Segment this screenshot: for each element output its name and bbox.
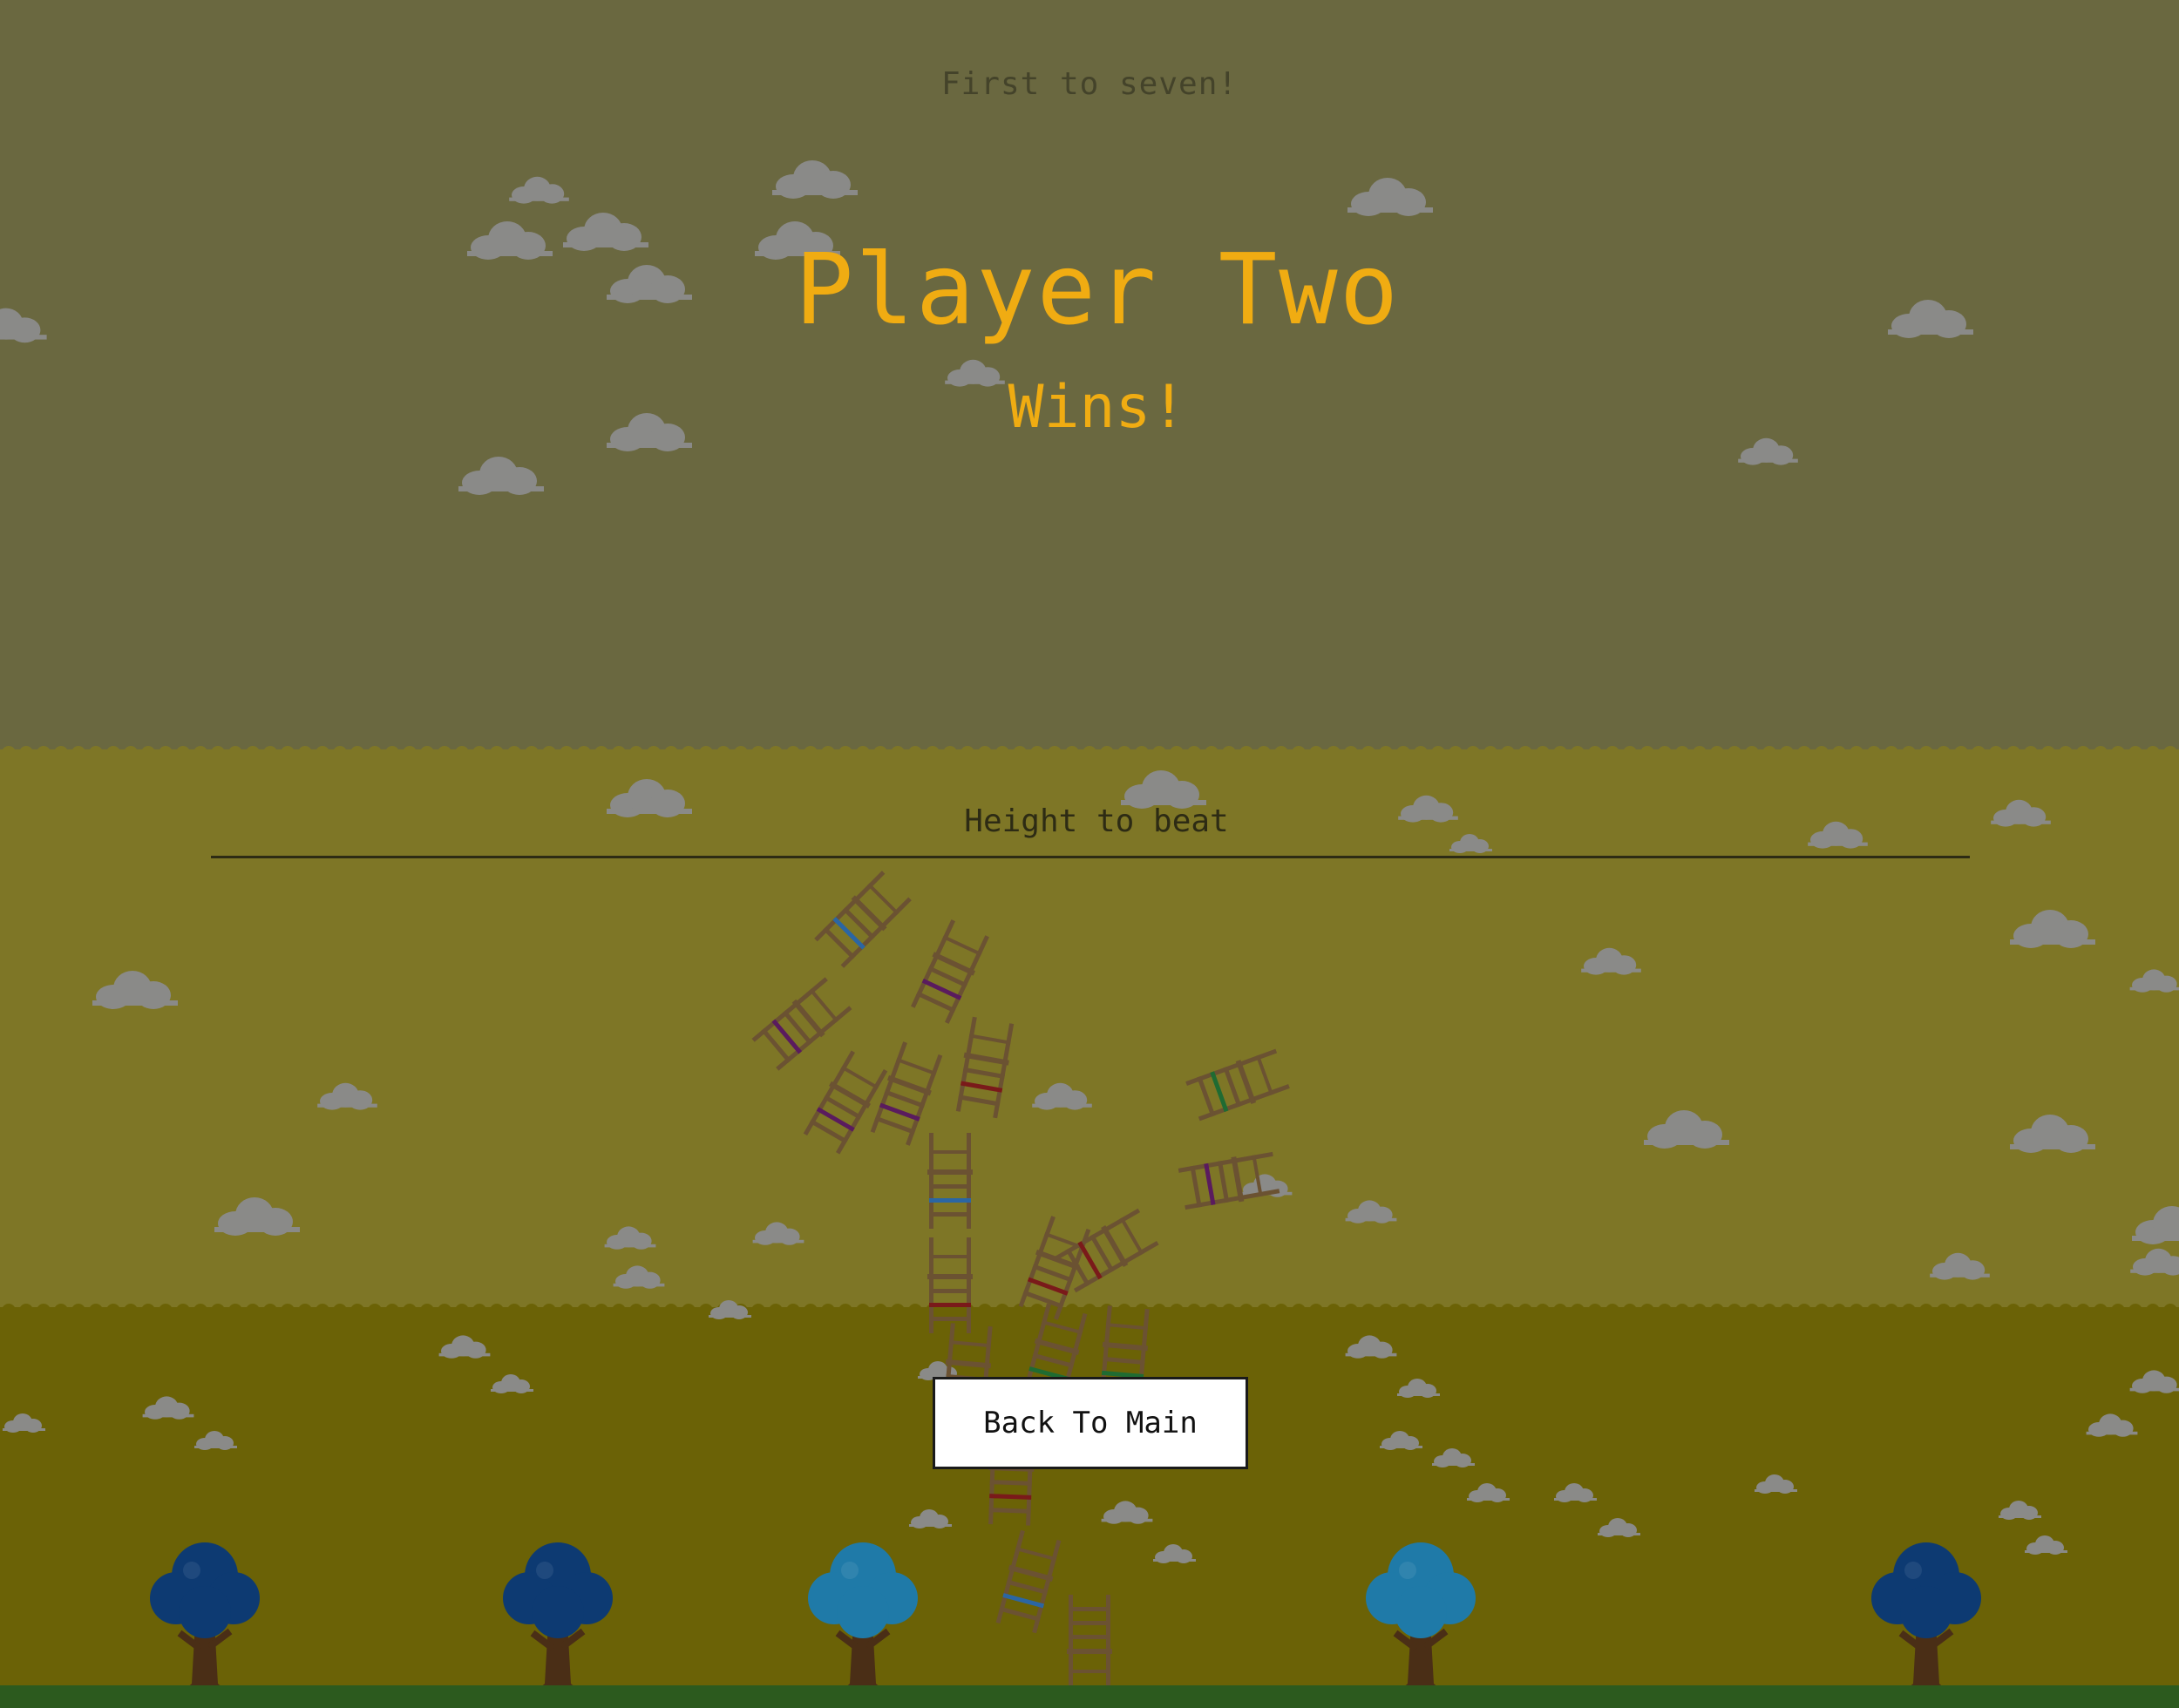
tree-dark-icon (1871, 1542, 1981, 1699)
tree-dark-icon (503, 1542, 613, 1699)
game-screen: First to seven! Player Two Wins! Height … (0, 0, 2179, 1708)
back-to-main-button[interactable]: Back To Main (933, 1377, 1248, 1469)
tree-light-icon (1366, 1542, 1476, 1699)
tree-light-icon (808, 1542, 918, 1699)
tree-dark-icon (150, 1542, 260, 1699)
grass-ground (0, 1685, 2179, 1708)
